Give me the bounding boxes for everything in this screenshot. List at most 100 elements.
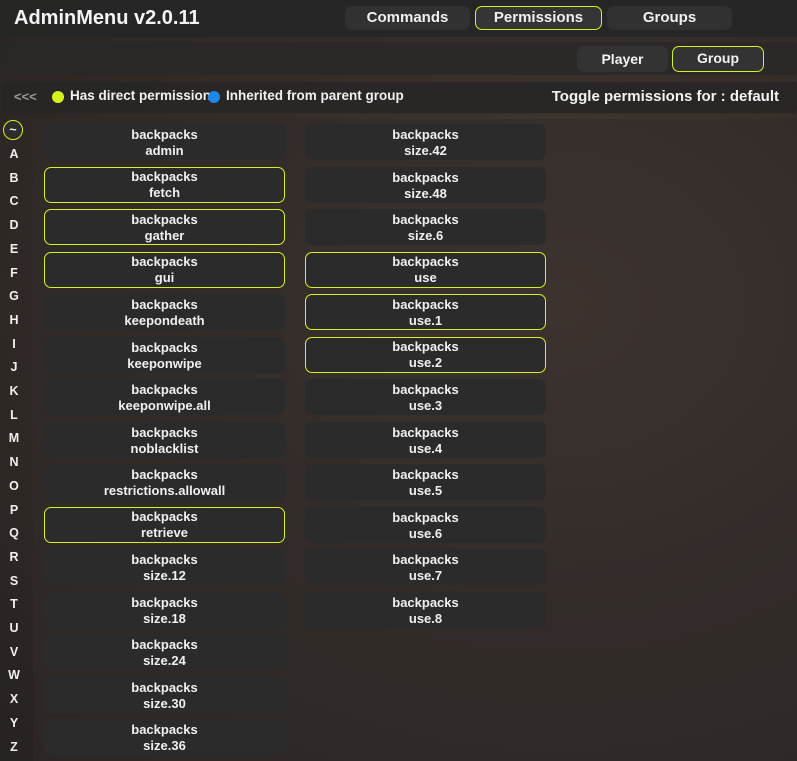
tab-groups[interactable]: Groups	[607, 6, 732, 30]
top-bar: AdminMenu v2.0.11 Commands Permissions G…	[0, 0, 797, 37]
letter-filter-d[interactable]: D	[1, 218, 27, 232]
permission-name-label: use	[414, 270, 437, 285]
permission-group-label: backpacks	[131, 552, 198, 567]
permission-name-label: admin	[145, 143, 184, 158]
app-title: AdminMenu v2.0.11	[14, 7, 200, 29]
letter-filter-w[interactable]: W	[1, 668, 27, 682]
permission-button[interactable]: backpacks use.2	[305, 336, 546, 373]
tab-permissions[interactable]: Permissions	[475, 6, 602, 30]
letter-filter-f[interactable]: F	[1, 266, 27, 280]
permission-name-label: keeponwipe	[127, 355, 202, 371]
permission-group-label: backpacks	[131, 382, 198, 397]
permission-name-label: use.3	[408, 398, 443, 413]
permission-group-label: backpacks	[392, 212, 459, 227]
permission-name-label: restrictions.allowall	[103, 483, 226, 498]
legend-inherited-label: Inherited from parent group	[226, 88, 404, 103]
permission-name-label: size.24	[143, 653, 186, 668]
letter-filter-i[interactable]: I	[1, 337, 27, 351]
permission-group-label: backpacks	[392, 296, 459, 312]
letter-filter-q[interactable]: Q	[1, 526, 27, 540]
permission-group-label: backpacks	[131, 254, 198, 269]
permission-name-label: size.12	[143, 568, 186, 583]
inherited-permission-dot-icon	[208, 91, 220, 103]
permission-name-label: size.18	[143, 610, 186, 626]
permission-button[interactable]: backpacks fetch	[44, 166, 285, 203]
permission-group-label: backpacks	[131, 637, 198, 652]
letter-filter-h[interactable]: H	[1, 313, 27, 327]
permission-button[interactable]: backpacks use.1	[305, 294, 546, 330]
permission-button[interactable]: backpacks size.6	[305, 209, 546, 245]
permission-group-label: backpacks	[131, 127, 198, 142]
letter-filter-z[interactable]: Z	[1, 740, 27, 754]
permission-button[interactable]: backpacks size.12	[44, 549, 285, 585]
permission-group-label: backpacks	[392, 594, 459, 610]
permission-name-label: size.42	[404, 143, 447, 158]
subtab-group[interactable]: Group	[672, 46, 764, 72]
permissions-panel: backpacks admin backpacks fetch backpacks gat…	[33, 119, 797, 761]
permission-button[interactable]: backpacks size.48	[305, 166, 546, 203]
letter-filter-o[interactable]: O	[1, 479, 27, 493]
permission-button[interactable]: backpacks keepondeath	[44, 294, 285, 330]
permission-name-label: noblacklist	[130, 440, 199, 456]
letter-filter-s[interactable]: S	[1, 574, 27, 588]
back-button[interactable]: <<<	[14, 89, 37, 104]
letter-filter-j[interactable]: J	[1, 360, 27, 374]
permission-name-label: gui	[154, 270, 175, 285]
permission-button[interactable]: backpacks size.18	[44, 591, 285, 628]
permission-group-label: backpacks	[131, 467, 198, 482]
permission-name-label: use.7	[408, 568, 443, 583]
letter-filter-e[interactable]: E	[1, 242, 27, 256]
legend-direct-label: Has direct permission	[70, 88, 212, 103]
letter-filter-a[interactable]: A	[1, 147, 27, 161]
permission-button[interactable]: backpacks gather	[44, 209, 285, 245]
letter-filter-c[interactable]: C	[1, 194, 27, 208]
letter-filter-x[interactable]: X	[1, 692, 27, 706]
permission-button[interactable]: backpacks size.30	[44, 676, 285, 713]
permission-button[interactable]: backpacks keeponwipe.all	[44, 379, 285, 415]
permission-button[interactable]: backpacks retrieve	[44, 506, 285, 543]
letter-filter-k[interactable]: K	[1, 384, 27, 398]
permission-group-label: backpacks	[131, 424, 198, 440]
letter-filter-v[interactable]: V	[1, 645, 27, 659]
permission-button[interactable]: backpacks size.42	[305, 124, 546, 160]
permission-group-label: backpacks	[392, 467, 459, 482]
direct-permission-dot-icon	[52, 91, 64, 103]
permission-button[interactable]: backpacks admin	[44, 124, 285, 160]
letter-filter-r[interactable]: R	[1, 550, 27, 564]
permission-group-label: backpacks	[392, 169, 459, 185]
permission-button[interactable]: backpacks use.7	[305, 549, 546, 585]
permission-button[interactable]: backpacks use.5	[305, 464, 546, 500]
permission-button[interactable]: backpacks keeponwipe	[44, 336, 285, 373]
letter-filter-m[interactable]: M	[1, 431, 27, 445]
permission-group-label: backpacks	[392, 339, 459, 354]
tab-commands[interactable]: Commands	[345, 6, 470, 30]
permission-group-label: backpacks	[392, 127, 459, 142]
permission-button[interactable]: backpacks use	[305, 251, 546, 288]
permission-button[interactable]: backpacks use.6	[305, 506, 546, 543]
permission-button[interactable]: backpacks use.4	[305, 421, 546, 458]
letter-filter-all[interactable]: ~	[3, 120, 23, 140]
permission-button[interactable]: backpacks size.36	[44, 719, 285, 755]
permission-group-label: backpacks	[131, 509, 198, 524]
permission-button[interactable]: backpacks restrictions.allowall	[44, 464, 285, 500]
permission-name-label: size.36	[143, 738, 186, 753]
permission-name-label: use.8	[408, 610, 443, 626]
permission-button[interactable]: backpacks use.3	[305, 379, 546, 415]
permission-button[interactable]: backpacks noblacklist	[44, 421, 285, 458]
permission-button[interactable]: backpacks gui	[44, 251, 285, 288]
letter-filter-p[interactable]: P	[1, 503, 27, 517]
permission-name-label: use.1	[408, 312, 443, 328]
letter-filter-u[interactable]: U	[1, 621, 27, 635]
letter-filter-y[interactable]: Y	[1, 716, 27, 730]
letter-filter-n[interactable]: N	[1, 455, 27, 469]
letter-filter-l[interactable]: L	[1, 408, 27, 422]
letter-filter-t[interactable]: T	[1, 597, 27, 611]
permission-button[interactable]: backpacks use.8	[305, 591, 546, 628]
letter-filter-g[interactable]: G	[1, 289, 27, 303]
permission-name-label: retrieve	[141, 525, 188, 540]
sub-bar: Player Group	[2, 42, 797, 75]
permission-button[interactable]: backpacks size.24	[44, 634, 285, 670]
letter-filter-b[interactable]: B	[1, 171, 27, 185]
subtab-player[interactable]: Player	[577, 46, 668, 72]
permission-group-label: backpacks	[131, 594, 198, 610]
